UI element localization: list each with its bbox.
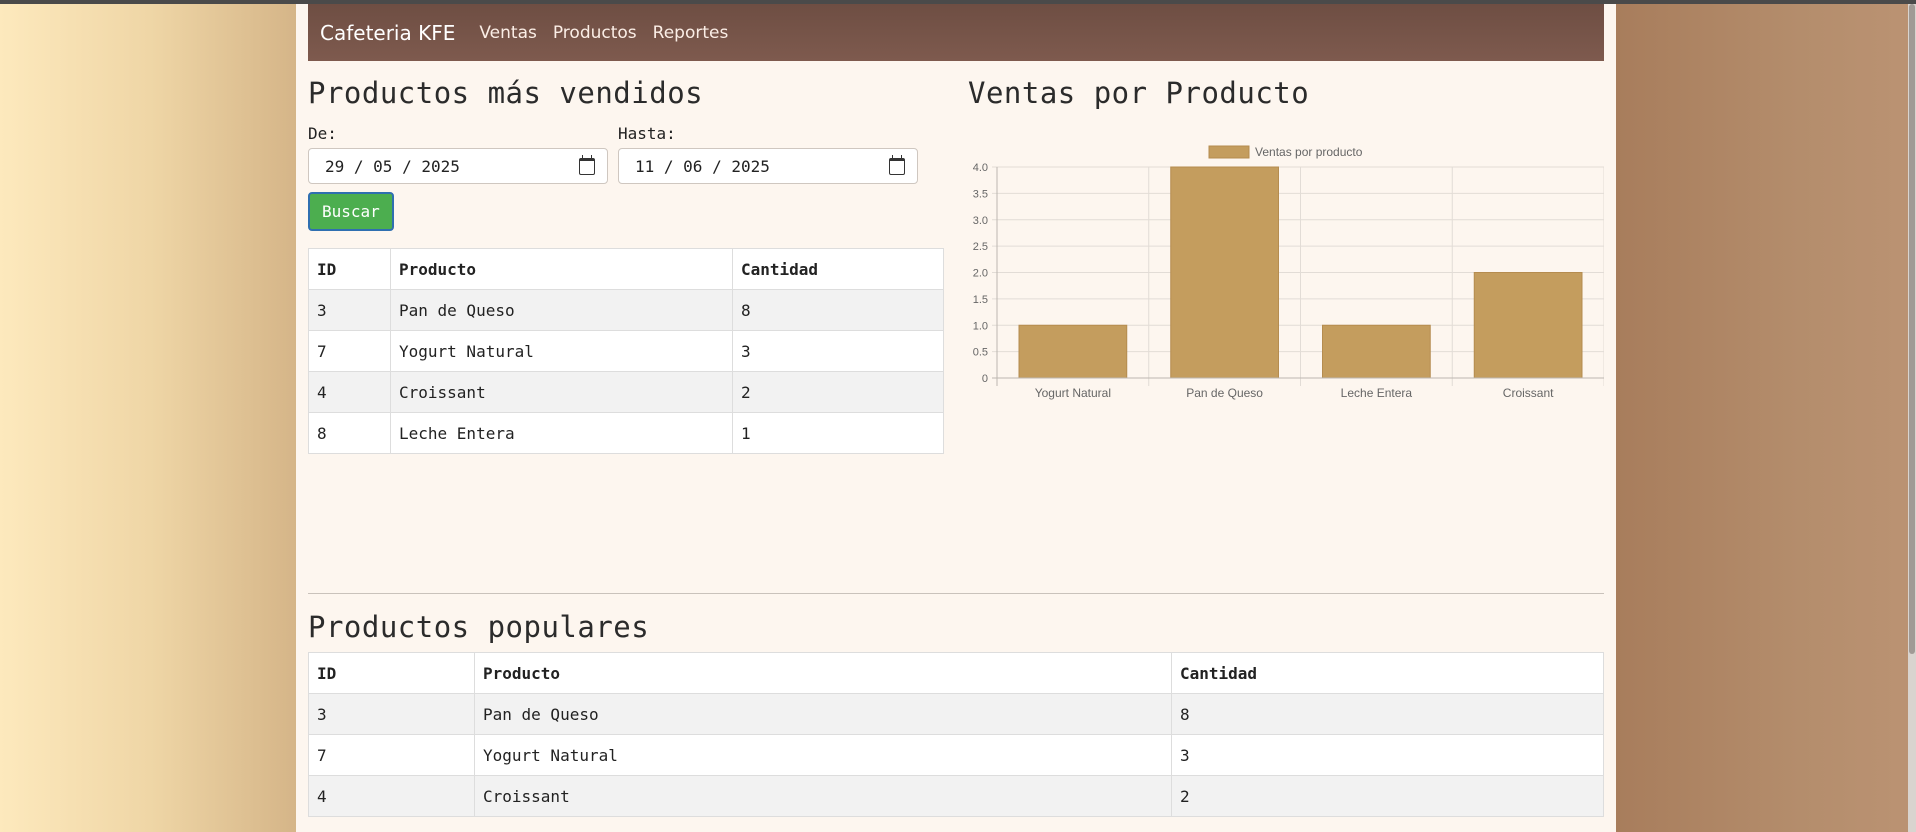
cell-producto: Pan de Queso — [474, 693, 1172, 735]
column-header-producto: Producto — [474, 652, 1172, 694]
legend-swatch — [1208, 145, 1250, 159]
section-divider — [308, 593, 1604, 594]
date-filter: De: 29 / 05 / 2025 Hasta: 11 / 06 / 2025 — [308, 124, 944, 184]
column-header-id: ID — [308, 248, 391, 290]
table-row: 7 Yogurt Natural 3 — [308, 734, 1604, 776]
cell-producto: Leche Entera — [390, 412, 733, 454]
nav-link-reportes[interactable]: Reportes — [653, 23, 729, 43]
y-tick-label: 2.0 — [973, 268, 988, 280]
cell-cantidad: 2 — [1171, 775, 1604, 817]
cell-id: 4 — [308, 775, 475, 817]
best-sellers-section: Productos más vendidos De: 29 / 05 / 202… — [308, 76, 944, 454]
cell-cantidad: 1 — [732, 412, 944, 454]
best-sellers-table: ID Producto Cantidad 3 Pan de Queso 8 7 … — [308, 248, 944, 454]
y-tick-label: 3.0 — [973, 215, 988, 227]
cell-id: 7 — [308, 734, 475, 776]
to-date-input[interactable]: 11 / 06 / 2025 — [618, 148, 918, 184]
sales-bar-chart: Ventas por producto 0 0.5 1.0 1.5 2.0 2.5 3.0 3.… — [973, 145, 1605, 400]
cell-id: 8 — [308, 412, 391, 454]
scrollbar-thumb[interactable] — [1909, 4, 1915, 654]
popular-table: ID Producto Cantidad 3 Pan de Queso 8 7 … — [308, 652, 1604, 817]
brand-link[interactable]: Cafeteria KFE — [320, 21, 455, 45]
cell-id: 3 — [308, 693, 475, 735]
navbar: Cafeteria KFE Ventas Productos Reportes — [308, 4, 1604, 61]
column-header-cantidad: Cantidad — [1171, 652, 1604, 694]
legend-label: Ventas por producto — [1255, 145, 1363, 159]
cell-producto: Pan de Queso — [390, 289, 733, 331]
from-label: De: — [308, 124, 337, 143]
table-row: 8 Leche Entera 1 — [308, 412, 944, 454]
cell-cantidad: 3 — [732, 330, 944, 372]
chart-container: Ventas por producto 0 0.5 1.0 1.5 2.0 2.5 3.0 3.… — [968, 120, 1605, 450]
bar — [1170, 166, 1279, 379]
y-tick-label: 1.0 — [973, 320, 988, 332]
popular-section: Productos populares ID Producto Cantidad… — [308, 610, 1604, 817]
chart-section: Ventas por Producto Ventas por producto 0… — [968, 76, 1605, 450]
table-row: 4 Croissant 2 — [308, 775, 1604, 817]
popular-title: Productos populares — [308, 610, 650, 644]
cell-cantidad: 3 — [1171, 734, 1604, 776]
bar — [1473, 272, 1583, 379]
calendar-icon[interactable] — [579, 154, 595, 175]
cell-cantidad: 8 — [1171, 693, 1604, 735]
y-tick-label: 2.5 — [973, 241, 988, 253]
y-tick-label: 0 — [982, 373, 988, 385]
to-field: Hasta: 11 / 06 / 2025 — [618, 124, 918, 184]
table-row: 7 Yogurt Natural 3 — [308, 330, 944, 372]
nav-link-productos[interactable]: Productos — [553, 23, 637, 43]
cell-cantidad: 8 — [732, 289, 944, 331]
to-date-value: 11 / 06 / 2025 — [635, 156, 770, 176]
from-date-value: 29 / 05 / 2025 — [325, 156, 460, 176]
cell-producto: Yogurt Natural — [474, 734, 1172, 776]
cell-id: 4 — [308, 371, 391, 413]
vertical-scrollbar[interactable] — [1908, 4, 1916, 832]
nav-link-ventas[interactable]: Ventas — [479, 23, 536, 43]
y-tick-label: 3.5 — [973, 188, 988, 200]
x-tick-label: Croissant — [1503, 386, 1554, 400]
table-header-row: ID Producto Cantidad — [308, 248, 944, 290]
page-container: Cafeteria KFE Ventas Productos Reportes … — [296, 4, 1616, 832]
table-header-row: ID Producto Cantidad — [308, 652, 1604, 694]
bar — [1322, 324, 1431, 379]
cell-id: 7 — [308, 330, 391, 372]
cell-producto: Croissant — [474, 775, 1172, 817]
bar — [1018, 324, 1128, 379]
table-row: 3 Pan de Queso 8 — [308, 289, 944, 331]
column-header-cantidad: Cantidad — [732, 248, 944, 290]
x-tick-label: Yogurt Natural — [1035, 386, 1111, 400]
best-sellers-title: Productos más vendidos — [308, 76, 704, 110]
table-row: 3 Pan de Queso 8 — [308, 693, 1604, 735]
x-tick-label: Pan de Queso — [1186, 386, 1263, 400]
x-tick-label: Leche Entera — [1341, 386, 1413, 400]
search-button[interactable]: Buscar — [308, 192, 394, 231]
column-header-id: ID — [308, 652, 475, 694]
cell-cantidad: 2 — [732, 371, 944, 413]
cell-producto: Yogurt Natural — [390, 330, 733, 372]
cell-id: 3 — [308, 289, 391, 331]
to-label: Hasta: — [618, 124, 676, 143]
column-header-producto: Producto — [390, 248, 733, 290]
cell-producto: Croissant — [390, 371, 733, 413]
from-field: De: 29 / 05 / 2025 — [308, 124, 608, 184]
calendar-icon[interactable] — [889, 154, 905, 175]
y-tick-label: 0.5 — [973, 347, 988, 359]
y-tick-label: 1.5 — [973, 294, 988, 306]
chart-section-title: Ventas por Producto — [968, 76, 1310, 110]
y-tick-label: 4.0 — [973, 162, 988, 174]
table-row: 4 Croissant 2 — [308, 371, 944, 413]
from-date-input[interactable]: 29 / 05 / 2025 — [308, 148, 608, 184]
